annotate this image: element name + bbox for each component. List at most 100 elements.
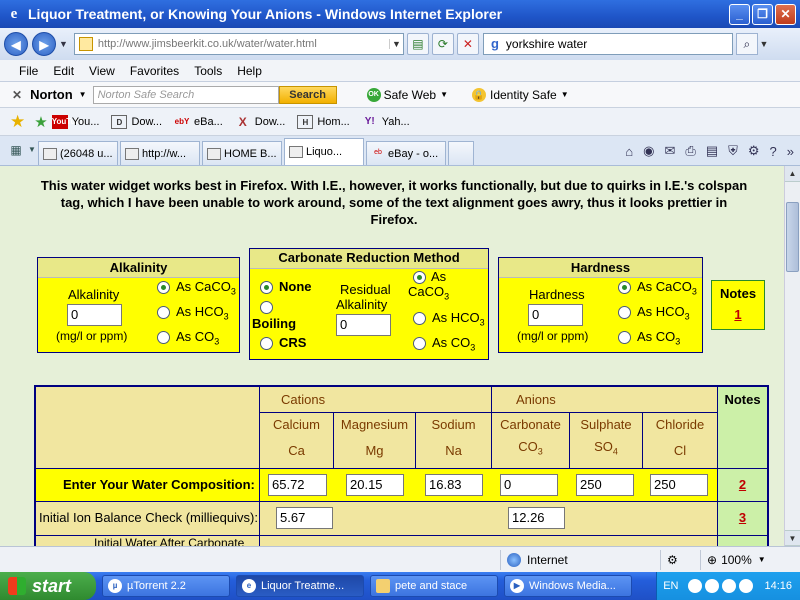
sulphate-input[interactable]: 250 xyxy=(576,474,634,496)
gear-icon[interactable]: ⚙ xyxy=(748,143,760,159)
taskbar-item-folder[interactable]: pete and stace xyxy=(370,575,498,597)
note-link-3[interactable]: 3 xyxy=(739,510,746,525)
compatibility-icon[interactable]: ▤ xyxy=(406,33,429,55)
home-icon[interactable]: ⌂ xyxy=(625,144,633,159)
favorites-star-icon[interactable]: ★ xyxy=(10,112,25,132)
tab[interactable]: eb eBay - o... xyxy=(366,141,446,165)
identity-safe-menu[interactable]: 🔒 Identity Safe ▼ xyxy=(472,87,569,102)
hardness-as-co3-radio[interactable] xyxy=(618,331,631,344)
identity-safe-label: Identity Safe xyxy=(490,87,557,102)
tab-active[interactable]: Liquo... xyxy=(284,138,364,165)
residual-as-caco3-radio[interactable] xyxy=(413,271,426,284)
residual-as-hco3-radio[interactable] xyxy=(413,312,426,325)
mail-icon[interactable]: ✉ xyxy=(665,143,676,159)
ion-name-calcium: Calcium xyxy=(273,417,320,432)
magnesium-input[interactable]: 20.15 xyxy=(346,474,404,496)
notes-label: Notes xyxy=(719,286,757,301)
close-toolbar-icon[interactable]: ✕ xyxy=(12,88,22,102)
method-crs-radio[interactable] xyxy=(260,337,273,350)
recent-pages-dropdown[interactable]: ▼ xyxy=(59,39,68,49)
more-icon[interactable]: » xyxy=(787,144,794,159)
stop-icon[interactable]: ✕ xyxy=(456,33,479,55)
minimize-button[interactable]: _ xyxy=(729,3,750,25)
norton-logo[interactable]: Norton xyxy=(30,87,73,102)
search-options-dropdown[interactable]: ▼ xyxy=(758,39,770,49)
menu-favorites[interactable]: Favorites xyxy=(130,64,179,78)
start-button[interactable]: start xyxy=(0,572,96,600)
safe-web-menu[interactable]: OK Safe Web ▼ xyxy=(366,87,448,102)
tab[interactable]: HOME B... xyxy=(202,141,282,165)
hardness-as-caco3-radio[interactable] xyxy=(618,281,631,294)
forward-button[interactable]: ▶ xyxy=(32,32,56,56)
back-button[interactable]: ◀ xyxy=(4,32,28,56)
note-link-1[interactable]: 1 xyxy=(734,307,741,322)
sodium-input[interactable]: 16.83 xyxy=(425,474,483,496)
close-button[interactable]: ✕ xyxy=(775,3,796,25)
new-tab-button[interactable] xyxy=(448,141,474,165)
method-crs-label: CRS xyxy=(279,335,307,350)
add-favorite-icon[interactable]: ★ xyxy=(34,113,47,131)
menu-help[interactable]: Help xyxy=(237,64,262,78)
carbonate-input[interactable]: 0 xyxy=(500,474,558,496)
method-none-radio[interactable] xyxy=(260,281,273,294)
scroll-down-arrow[interactable]: ▼ xyxy=(785,530,800,546)
note-link-2[interactable]: 2 xyxy=(739,477,746,492)
alkalinity-as-caco3-radio[interactable] xyxy=(157,281,170,294)
zoom-control[interactable]: ⊕ 100% ▼ xyxy=(700,549,772,570)
norton-search-input[interactable]: Norton Safe Search xyxy=(92,85,279,104)
protected-mode-icon[interactable]: ⚙ xyxy=(660,549,700,570)
favorite-link[interactable]: Y! Yah... xyxy=(362,115,410,129)
chloride-input[interactable]: 250 xyxy=(650,474,708,496)
tray-icon[interactable] xyxy=(688,579,703,593)
url-field[interactable]: http://www.jimsbeerkit.co.uk/water/water… xyxy=(73,33,404,55)
scroll-thumb[interactable] xyxy=(786,202,799,272)
vertical-scrollbar[interactable]: ▲ ▼ xyxy=(784,166,800,546)
favorite-link[interactable]: ebY eBa... xyxy=(174,115,223,129)
method-boiling-radio[interactable] xyxy=(260,301,273,314)
tray-icon[interactable] xyxy=(722,579,737,593)
ok-icon: OK xyxy=(366,87,381,102)
zoom-icon: ⊕ xyxy=(707,552,718,567)
quick-tabs-icon[interactable]: ▦ xyxy=(6,139,26,161)
norton-dropdown-icon[interactable]: ▼ xyxy=(79,90,87,99)
hardness-input[interactable]: 0 xyxy=(528,304,583,326)
search-button[interactable]: ⌕ xyxy=(735,33,758,55)
refresh-icon[interactable]: ⟳ xyxy=(431,33,454,55)
scroll-up-arrow[interactable]: ▲ xyxy=(785,166,800,182)
tab[interactable]: (26048 u... xyxy=(38,141,118,165)
hardness-header: Hardness xyxy=(499,258,702,278)
menu-tools[interactable]: Tools xyxy=(194,64,222,78)
help-icon[interactable]: ? xyxy=(770,144,777,159)
norton-search-button[interactable]: Search xyxy=(278,85,337,104)
alkalinity-as-co3-radio[interactable] xyxy=(157,331,170,344)
search-field[interactable]: g yorkshire water xyxy=(482,33,733,55)
residual-as-co3-radio[interactable] xyxy=(413,337,426,350)
language-indicator[interactable]: EN xyxy=(663,580,678,592)
calcium-input[interactable]: 65.72 xyxy=(268,474,327,496)
restore-button[interactable]: ❐ xyxy=(752,3,773,25)
tab-list-dropdown[interactable]: ▼ xyxy=(26,139,38,161)
favorite-link[interactable]: D Dow... xyxy=(111,114,162,129)
feeds-icon[interactable]: ◉ xyxy=(643,143,654,159)
safety-icon[interactable]: ⛨ xyxy=(728,143,738,159)
url-dropdown[interactable]: ▼ xyxy=(388,39,403,49)
favorite-link[interactable]: YouTube You... xyxy=(51,114,99,129)
favorite-link[interactable]: H Hom... xyxy=(297,114,350,129)
tray-icon[interactable] xyxy=(705,579,720,593)
menu-view[interactable]: View xyxy=(89,64,115,78)
taskbar-item-ie[interactable]: e Liquor Treatme... xyxy=(236,575,364,597)
tab[interactable]: http://w... xyxy=(120,141,200,165)
alkalinity-input[interactable]: 0 xyxy=(67,304,122,326)
title-bar: e Liquor Treatment, or Knowing Your Anio… xyxy=(0,0,800,28)
favorite-link[interactable]: X Dow... xyxy=(235,115,286,129)
page-menu-icon[interactable]: ▤ xyxy=(706,143,718,159)
menu-file[interactable]: File xyxy=(19,64,38,78)
taskbar-item-utorrent[interactable]: µ µTorrent 2.2 xyxy=(102,575,230,597)
taskbar-item-media-player[interactable]: ▶ Windows Media... xyxy=(504,575,632,597)
tray-icon[interactable] xyxy=(739,579,754,593)
hardness-as-hco3-radio[interactable] xyxy=(618,306,631,319)
residual-alkalinity-input[interactable]: 0 xyxy=(336,314,391,336)
menu-edit[interactable]: Edit xyxy=(53,64,74,78)
alkalinity-as-hco3-radio[interactable] xyxy=(157,306,170,319)
print-icon[interactable]: ⎙ xyxy=(685,143,695,159)
